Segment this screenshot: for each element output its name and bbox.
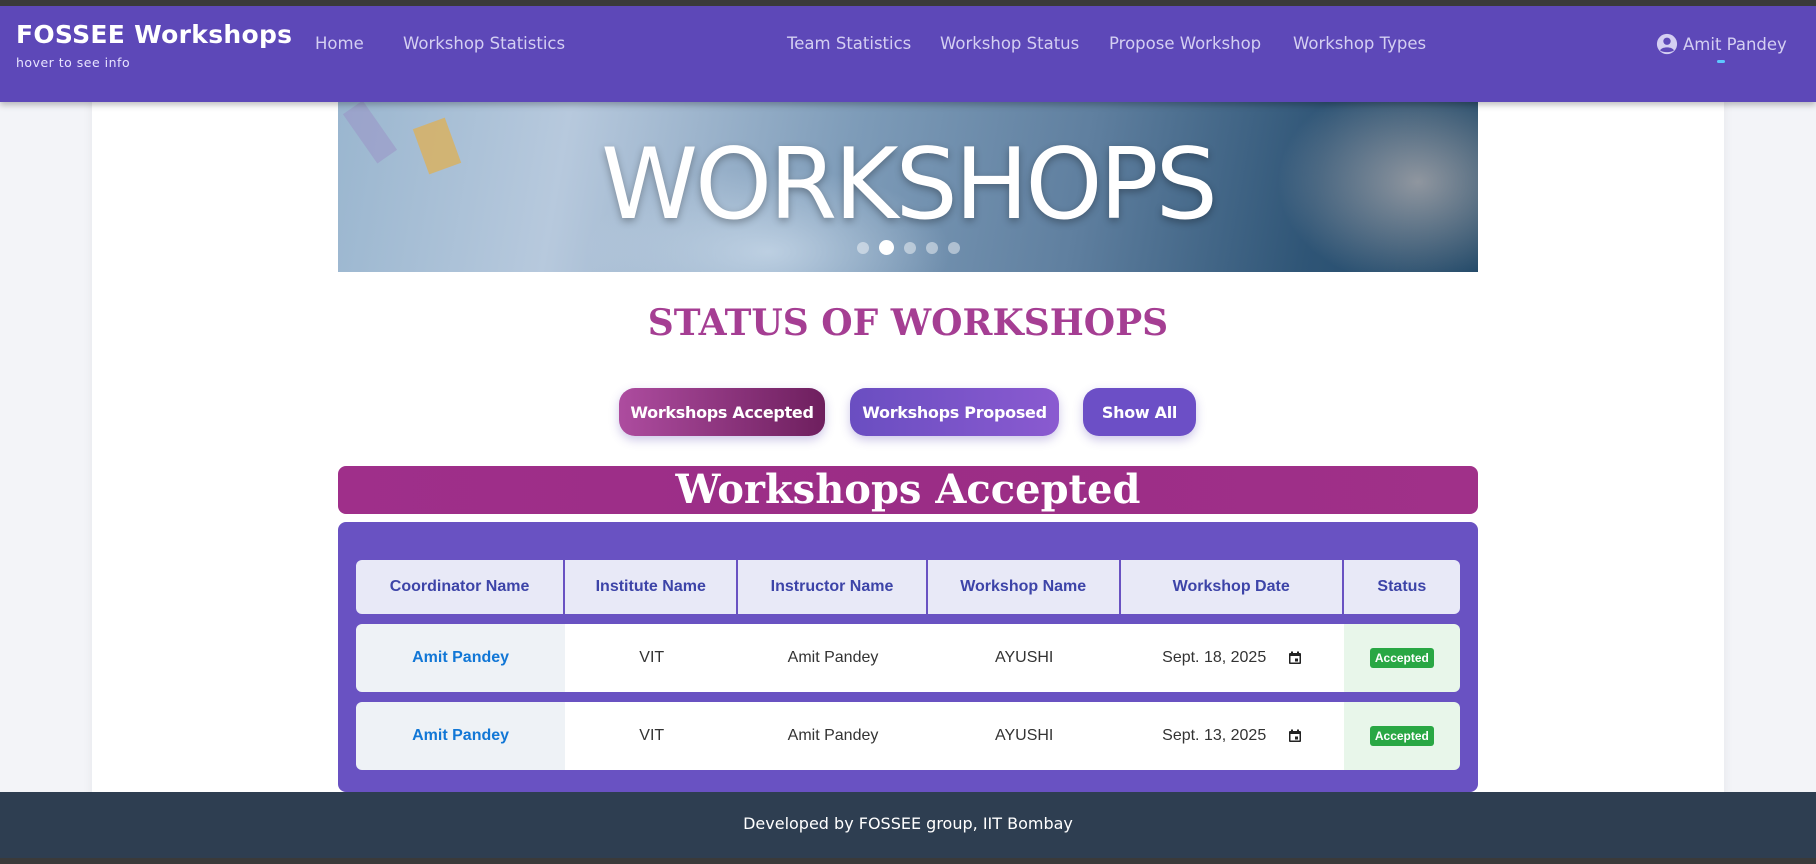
- brand[interactable]: FOSSEE Workshops hover to see info: [16, 20, 292, 70]
- nav-home[interactable]: Home: [315, 34, 364, 53]
- table-header-row: Coordinator Name Institute Name Instruct…: [356, 560, 1460, 614]
- navbar: FOSSEE Workshops hover to see info Home …: [0, 6, 1816, 102]
- nav-team-statistics[interactable]: Team Statistics: [787, 34, 911, 53]
- header-coordinator: Coordinator Name: [356, 560, 566, 614]
- status-badge: Accepted: [1369, 726, 1434, 746]
- hero-title: WORKSHOPS: [601, 128, 1218, 242]
- coordinator-cell: Amit Pandey: [356, 702, 566, 770]
- section-title: Workshops Accepted: [338, 466, 1478, 514]
- date-cell: Sept. 18, 2025: [1120, 624, 1344, 692]
- show-all-button[interactable]: Show All: [1083, 388, 1196, 436]
- nav-workshop-status[interactable]: Workshop Status: [940, 34, 1079, 53]
- header-date: Workshop Date: [1120, 560, 1344, 614]
- carousel-dot-5[interactable]: [947, 241, 960, 254]
- instructor-cell: Amit Pandey: [738, 624, 928, 692]
- brand-subtitle: hover to see info: [16, 55, 131, 70]
- carousel-dot-1[interactable]: [856, 241, 869, 254]
- user-name: Amit Pandey: [1683, 34, 1787, 54]
- institute-cell: VIT: [565, 624, 739, 692]
- table-row: Amit Pandey VIT Amit Pandey AYUSHI Sept.…: [356, 624, 1460, 692]
- footer: Developed by FOSSEE group, IIT Bombay: [0, 792, 1816, 858]
- user-menu[interactable]: Amit Pandey: [1656, 33, 1787, 55]
- workshop-cell: AYUSHI: [927, 624, 1121, 692]
- carousel-indicators: [338, 240, 1478, 255]
- header-status: Status: [1343, 560, 1460, 614]
- coordinator-cell: Amit Pandey: [356, 624, 566, 692]
- nav-workshop-statistics[interactable]: Workshop Statistics: [403, 34, 565, 53]
- workshops-table: Coordinator Name Institute Name Instruct…: [356, 550, 1460, 780]
- table-row: Amit Pandey VIT Amit Pandey AYUSHI Sept.…: [356, 702, 1460, 770]
- workshops-table-container: Coordinator Name Institute Name Instruct…: [338, 522, 1478, 792]
- header-instructor: Instructor Name: [738, 560, 928, 614]
- calendar-icon[interactable]: [1288, 651, 1302, 665]
- dropdown-indicator: [1717, 60, 1725, 63]
- workshops-accepted-button[interactable]: Workshops Accepted: [619, 388, 825, 436]
- instructor-cell: Amit Pandey: [738, 702, 928, 770]
- coordinator-link[interactable]: Amit Pandey: [412, 727, 509, 744]
- page-title: STATUS OF WORKSHOPS: [647, 302, 1169, 344]
- date-value: Sept. 18, 2025: [1162, 649, 1267, 666]
- hero-carousel: WORKSHOPS: [338, 102, 1478, 272]
- calendar-icon[interactable]: [1288, 729, 1302, 743]
- carousel-dot-2[interactable]: [878, 240, 894, 255]
- user-circle-icon: [1656, 33, 1678, 55]
- status-cell: Accepted: [1343, 624, 1460, 692]
- status-cell: Accepted: [1343, 702, 1460, 770]
- brand-title[interactable]: FOSSEE Workshops: [16, 20, 292, 49]
- date-cell: Sept. 13, 2025: [1120, 702, 1344, 770]
- status-badge: Accepted: [1369, 648, 1434, 668]
- nav-workshop-types[interactable]: Workshop Types: [1293, 34, 1426, 53]
- nav-propose-workshop[interactable]: Propose Workshop: [1109, 34, 1261, 53]
- date-value: Sept. 13, 2025: [1162, 727, 1267, 744]
- workshops-proposed-button[interactable]: Workshops Proposed: [850, 388, 1059, 436]
- carousel-dot-4[interactable]: [925, 241, 938, 254]
- carousel-dot-3[interactable]: [903, 241, 916, 254]
- header-institute: Institute Name: [565, 560, 739, 614]
- workshop-cell: AYUSHI: [927, 702, 1121, 770]
- institute-cell: VIT: [565, 702, 739, 770]
- coordinator-link[interactable]: Amit Pandey: [412, 649, 509, 666]
- browser-window: FOSSEE Workshops hover to see info Home …: [0, 6, 1816, 858]
- header-workshop: Workshop Name: [927, 560, 1121, 614]
